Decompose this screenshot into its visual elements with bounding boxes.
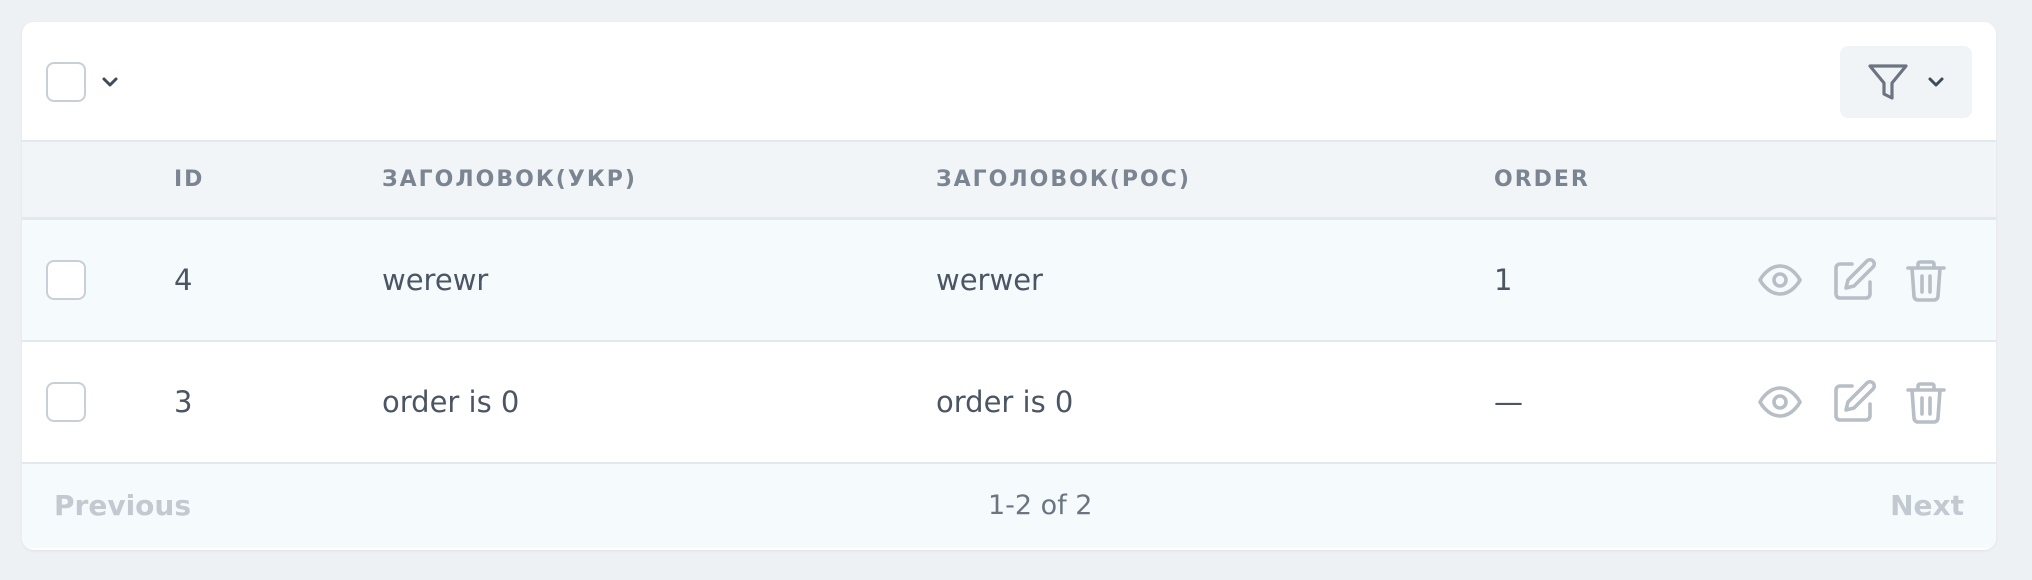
column-header-title-ros[interactable]: ЗАГОЛОВОК(РОС) [936, 142, 1191, 217]
cell-order: 1 [1494, 263, 1513, 297]
trash-icon[interactable] [1902, 256, 1950, 304]
table-header: ID ЗАГОЛОВОК(УКР) ЗАГОЛОВОК(РОС) ORDER [22, 142, 1996, 220]
select-all-checkbox[interactable] [46, 62, 86, 102]
pagination: Previous 1-2 of 2 Next [22, 464, 1996, 548]
cell-id: 4 [174, 263, 193, 297]
edit-icon[interactable] [1830, 256, 1878, 304]
eye-icon[interactable] [1756, 378, 1804, 426]
edit-icon[interactable] [1830, 378, 1878, 426]
table-toolbar [22, 22, 1996, 142]
trash-icon[interactable] [1902, 378, 1950, 426]
row-checkbox[interactable] [46, 260, 86, 300]
filter-icon [1868, 64, 1908, 100]
row-checkbox[interactable] [46, 382, 86, 422]
previous-button[interactable]: Previous [54, 464, 191, 548]
column-header-title-ukr[interactable]: ЗАГОЛОВОК(УКР) [382, 142, 637, 217]
chevron-down-icon[interactable] [98, 70, 122, 94]
cell-title-ukr: werewr [382, 263, 489, 297]
pagination-info: 1-2 of 2 [988, 490, 1093, 521]
filter-button[interactable] [1840, 46, 1972, 118]
resource-table-card: ID ЗАГОЛОВОК(УКР) ЗАГОЛОВОК(РОС) ORDER 4… [22, 22, 1996, 550]
cell-order: — [1494, 385, 1523, 419]
chevron-down-icon [1928, 77, 1944, 87]
column-header-id[interactable]: ID [174, 142, 204, 217]
cell-title-ros: order is 0 [936, 385, 1074, 419]
column-header-order[interactable]: ORDER [1494, 142, 1590, 217]
eye-icon[interactable] [1756, 256, 1804, 304]
cell-title-ros: werwer [936, 263, 1043, 297]
table-row[interactable]: 4 werewr werwer 1 [22, 220, 1996, 342]
table-row[interactable]: 3 order is 0 order is 0 — [22, 342, 1996, 464]
cell-title-ukr: order is 0 [382, 385, 520, 419]
next-button[interactable]: Next [1890, 464, 1964, 548]
cell-id: 3 [174, 385, 193, 419]
